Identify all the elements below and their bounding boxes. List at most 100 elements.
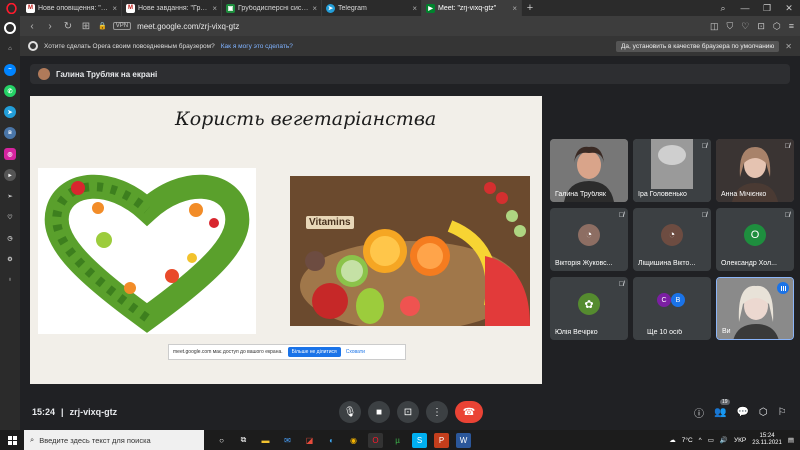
leave-call-button[interactable]: ☎ (455, 401, 483, 423)
close-tab-icon[interactable]: × (312, 4, 317, 13)
presenter-label: Галина Трубляк на екрані (56, 69, 158, 79)
windows-taskbar: ⌕ Введите здесь текст для поиска ○ ⧉ ▬ ✉… (0, 430, 800, 450)
opera-menu-button[interactable] (0, 0, 22, 16)
opera-taskbar-icon[interactable]: O (368, 432, 383, 448)
new-tab-button[interactable]: + (522, 0, 538, 16)
telegram-sidebar-icon[interactable]: ➤ (4, 106, 16, 118)
chat-icon[interactable]: 💬 (736, 407, 748, 418)
tab-gmail-2[interactable]: M Нове завдання: "Грубод... × (122, 0, 222, 16)
participant-tile-viktoria[interactable]: ◔ 🎙̸ Вікторія Жуковс... (550, 208, 628, 271)
participant-tile-ira[interactable]: 🎙̸ Іра Головенько (633, 139, 711, 202)
vpn-badge[interactable]: VPN (112, 22, 132, 30)
participant-tile-self[interactable]: Ви (716, 277, 794, 340)
file-explorer-icon[interactable]: ▬ (258, 433, 273, 448)
bookmark-icon[interactable]: ♡ (741, 21, 749, 32)
camera-button[interactable]: ■ (368, 401, 390, 423)
activities-icon[interactable]: ⬡ (759, 407, 768, 418)
reload-icon[interactable]: ↻ (62, 21, 74, 32)
grid-icon[interactable]: ⊞ (80, 21, 92, 32)
office-icon[interactable]: ◪ (302, 433, 317, 448)
taskbar-apps: ○ ⧉ ▬ ✉ ◪ ◐ ◉ O µ S P W (214, 432, 471, 448)
history-icon[interactable]: ◷ (4, 232, 16, 244)
meeting-details-icon[interactable]: ⓘ (694, 405, 704, 420)
host-controls-icon[interactable]: ⚐ (778, 407, 787, 418)
start-button[interactable] (0, 435, 24, 445)
word-icon[interactable]: W (456, 432, 471, 448)
player-icon[interactable]: ▸ (4, 169, 16, 181)
powerpoint-icon[interactable]: P (434, 432, 449, 448)
share-notice-text: meet.google.com має доступ до вашого екр… (173, 349, 283, 355)
participant-tile-oleksandr[interactable]: О 🎙̸ Олександр Хол... (716, 208, 794, 271)
muted-mic-icon: 🎙̸ (701, 143, 707, 150)
extensions-icon[interactable]: ⬡ (773, 21, 781, 32)
close-tab-icon[interactable]: × (112, 4, 117, 13)
close-tab-icon[interactable]: × (412, 4, 417, 13)
close-tab-icon[interactable]: × (212, 4, 217, 13)
tab-telegram[interactable]: ➤ Telegram × (322, 0, 422, 16)
home-icon[interactable]: ⌂ (4, 43, 16, 55)
participant-tile-lishchyshyna[interactable]: ◔ 🎙̸ Ліщишина Вікто... (633, 208, 711, 271)
snapshot-icon[interactable]: ⊡ (757, 21, 765, 32)
close-icon[interactable]: ✕ (785, 42, 792, 51)
present-screen-button[interactable]: ⊡ (397, 401, 419, 423)
skype-icon[interactable]: S (412, 432, 427, 448)
tab-classroom[interactable]: ▣ Грубодисперсні системи... × (222, 0, 322, 16)
utorrent-icon[interactable]: µ (390, 433, 405, 448)
close-window-icon[interactable]: ✕ (778, 0, 800, 16)
network-icon[interactable]: ▭ (708, 436, 714, 444)
muted-mic-icon: 🎙̸ (784, 143, 790, 150)
easy-setup-icon[interactable]: ≡ (789, 21, 794, 32)
maximize-icon[interactable]: ❐ (756, 0, 778, 16)
speed-dial-icon[interactable] (4, 22, 16, 34)
participant-tile-galyna[interactable]: Галина Трубляк (550, 139, 628, 202)
url-text[interactable]: meet.google.com/zrj-vixq-gtz (137, 22, 239, 31)
more-participants-tile[interactable]: С В Ще 10 осіб (633, 277, 711, 340)
volume-icon[interactable]: 🔊 (720, 436, 728, 444)
clock[interactable]: 15:24 23.11.2021 (752, 433, 782, 447)
tips-icon[interactable]: ♁ (4, 274, 16, 286)
minimize-icon[interactable]: — (734, 0, 756, 16)
tab-title: Meet: "zrj-vixq-gtz" (438, 4, 497, 12)
tab-gmail-1[interactable]: M Нове оповіщення: "Добр... × (22, 0, 122, 16)
forward-icon[interactable]: › (44, 21, 56, 32)
messenger-icon[interactable]: ~ (4, 64, 16, 76)
edge-icon[interactable]: ◐ (324, 433, 339, 448)
shield-icon[interactable]: ⛉ (726, 21, 733, 32)
more-participants-avatars: С В (657, 293, 685, 307)
whatsapp-icon[interactable]: ✆ (4, 85, 16, 97)
participant-tile-anna[interactable]: 🎙̸ Анна Мічієнко (716, 139, 794, 202)
meeting-code: zrj-vixq-gtz (69, 407, 118, 417)
close-tab-icon[interactable]: × (512, 4, 517, 13)
weather-icon[interactable]: ☁ (669, 436, 676, 444)
participant-tile-yulia[interactable]: ✿ 🎙̸ Юлія Вечірко (550, 277, 628, 340)
camera-icon[interactable]: ◫ (710, 21, 719, 32)
back-icon[interactable]: ‹ (26, 21, 38, 32)
participants-button[interactable]: 👥 19 (714, 398, 730, 418)
language-indicator[interactable]: УКР (734, 437, 746, 444)
taskbar-search[interactable]: ⌕ Введите здесь текст для поиска (24, 430, 204, 450)
more-options-button[interactable]: ⋮ (426, 401, 448, 423)
instagram-icon[interactable]: ◎ (4, 148, 16, 160)
muted-mic-icon: 🎙̸ (701, 212, 707, 219)
hide-notice-button[interactable]: Сховати (346, 349, 365, 355)
notifications-icon[interactable]: ▤ (788, 436, 794, 444)
cortana-icon[interactable]: ○ (214, 433, 229, 448)
stop-sharing-button[interactable]: Більше не ділитися (287, 347, 341, 357)
task-view-icon[interactable]: ⧉ (236, 433, 251, 448)
vk-icon[interactable]: в (4, 127, 16, 139)
search-tabs-icon[interactable]: ⌕ (712, 0, 734, 16)
mail-icon[interactable]: ✉ (280, 433, 295, 448)
chrome-icon[interactable]: ◉ (346, 433, 361, 448)
address-bar[interactable]: 🔒 VPN meet.google.com/zrj-vixq-gtz (98, 22, 704, 31)
weather-temp[interactable]: 7°C (682, 437, 693, 444)
heart-icon[interactable]: ♡ (4, 211, 16, 223)
system-tray: ☁ 7°C ^ ▭ 🔊 УКР 15:24 23.11.2021 ▤ (669, 433, 800, 447)
lock-icon: 🔒 (98, 23, 107, 30)
promo-help-link[interactable]: Как я могу это сделать? (221, 43, 293, 50)
tab-meet[interactable]: ▶ Meet: "zrj-vixq-gtz" × (422, 0, 522, 16)
settings-icon[interactable]: ⚙ (4, 253, 16, 265)
tray-chevron-icon[interactable]: ^ (699, 437, 702, 444)
send-icon[interactable]: ➢ (4, 190, 16, 202)
set-default-browser-button[interactable]: Да, установить в качестве браузера по ум… (616, 40, 780, 52)
microphone-button[interactable]: 🎙 (339, 401, 361, 423)
